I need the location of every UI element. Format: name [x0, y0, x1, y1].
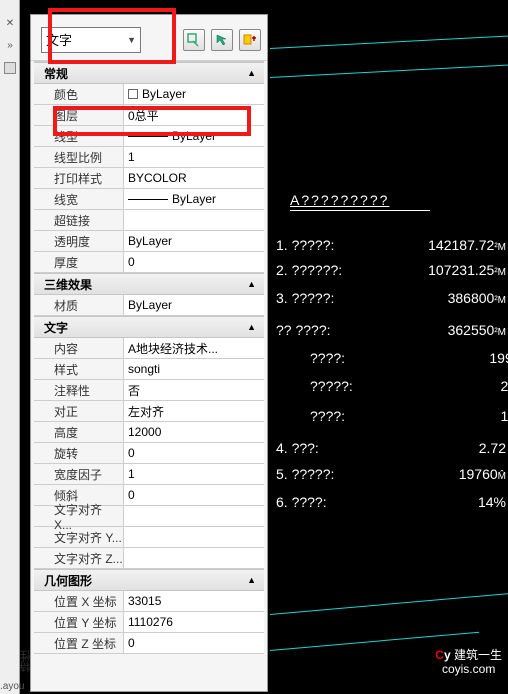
ltscale-value[interactable]: 1 [124, 147, 264, 167]
object-type-dropdown[interactable]: 文字 ▼ [41, 27, 141, 53]
canvas-text-row: 1. ?????:142187.72²M [276, 237, 506, 253]
canvas-text-row: 2. ??????:107231.25²M [276, 262, 506, 278]
canvas-text-row: ?? ????:362550²M [276, 322, 506, 338]
canvas-title: A????????? [290, 192, 430, 211]
canvas-text-row: ????:19950²M [310, 350, 508, 366]
thickness-value[interactable]: 0 [124, 252, 264, 272]
canvas-text-row: ?????:2800M̂ [310, 378, 508, 394]
drawing-line [270, 591, 508, 615]
aligny-label: 文字对齐 Y... [34, 527, 124, 547]
justify-value[interactable]: 左对齐 [124, 401, 264, 421]
style-value[interactable]: songti [124, 359, 264, 379]
group-text[interactable]: 文字▲ [34, 316, 264, 338]
quick-select-button[interactable] [183, 29, 205, 51]
layer-value[interactable]: 0总平 [124, 105, 264, 125]
hyperlink-value[interactable] [124, 210, 264, 230]
content-value[interactable]: A地块经济技术... [124, 338, 264, 358]
rotation-label: 旋转 [34, 443, 124, 463]
collapse-icon: ▲ [247, 68, 256, 78]
canvas-text-row: 6. ????:14% [276, 494, 506, 510]
material-label: 材质 [34, 295, 124, 315]
collapse-icon: ▲ [247, 322, 256, 332]
alignz-label: 文字对齐 Z... [34, 548, 124, 568]
widthfactor-label: 宽度因子 [34, 464, 124, 484]
posy-label: 位置 Y 坐标 [34, 612, 124, 632]
plotstyle-value[interactable]: BYCOLOR [124, 168, 264, 188]
statusbar-text: .ayou [0, 681, 24, 692]
annotative-value[interactable]: 否 [124, 380, 264, 400]
object-type-label: 文字 [46, 30, 72, 49]
collapse-icon: ▲ [247, 279, 256, 289]
oblique-value[interactable]: 0 [124, 485, 264, 505]
group-3d[interactable]: 三维效果▲ [34, 273, 264, 295]
rotation-value[interactable]: 0 [124, 443, 264, 463]
close-icon[interactable]: ✕ [4, 18, 16, 30]
aligny-value[interactable] [124, 527, 264, 547]
palette-header: 文字 ▼ [31, 15, 267, 61]
color-label: 颜色 [34, 84, 124, 104]
color-value[interactable]: ByLayer [124, 84, 264, 104]
lineweight-label: 线宽 [34, 189, 124, 209]
content-label: 内容 [34, 338, 124, 358]
height-value[interactable]: 12000 [124, 422, 264, 442]
canvas-text-row: 4. ???:2.72 [276, 440, 506, 456]
alignx-label: 文字对齐 X... [34, 506, 124, 526]
collapse-icon: ▲ [247, 575, 256, 585]
alignx-value[interactable] [124, 506, 264, 526]
transparency-value[interactable]: ByLayer [124, 231, 264, 251]
posz-value[interactable]: 0 [124, 633, 264, 653]
posx-value[interactable]: 33015 [124, 591, 264, 611]
thickness-label: 厚度 [34, 252, 124, 272]
drawing-line [270, 34, 508, 49]
palette-collapse-icon[interactable] [4, 62, 16, 74]
justify-label: 对正 [34, 401, 124, 421]
canvas-text-row: 3. ?????:386800²M [276, 290, 506, 306]
canvas-text-row: ????:1500M̂ [310, 408, 508, 424]
watermark: Cy 建筑一生 coyis.com [435, 648, 502, 676]
posy-value[interactable]: 1110276 [124, 612, 264, 632]
ltscale-label: 线型比例 [34, 147, 124, 167]
plotstyle-label: 打印样式 [34, 168, 124, 188]
linetype-label: 线型 [34, 126, 124, 146]
layer-label: 图层 [34, 105, 124, 125]
group-general[interactable]: 常规▲ [34, 62, 264, 84]
select-objects-button[interactable] [211, 29, 233, 51]
alignz-value[interactable] [124, 548, 264, 568]
style-label: 样式 [34, 359, 124, 379]
linetype-value[interactable]: ByLayer [124, 126, 264, 146]
posz-label: 位置 Z 坐标 [34, 633, 124, 653]
chevron-down-icon: ▼ [127, 35, 136, 45]
arrows-icon[interactable]: » [3, 40, 17, 54]
hyperlink-label: 超链接 [34, 210, 124, 230]
posx-label: 位置 X 坐标 [34, 591, 124, 611]
height-label: 高度 [34, 422, 124, 442]
annotative-label: 注释性 [34, 380, 124, 400]
material-value[interactable]: ByLayer [124, 295, 264, 315]
widthfactor-value[interactable]: 1 [124, 464, 264, 484]
drawing-canvas[interactable]: A????????? 1. ?????:142187.72²M 2. ??????… [270, 0, 508, 694]
properties-body: 常规▲ 颜色ByLayer 图层0总平 线型ByLayer 线型比例1 打印样式… [34, 61, 264, 688]
pickadd-toggle-button[interactable] [239, 29, 261, 51]
lineweight-value[interactable]: ByLayer [124, 189, 264, 209]
transparency-label: 透明度 [34, 231, 124, 251]
canvas-text-row: 5. ?????:19760M̂ [276, 466, 506, 482]
properties-palette: 文字 ▼ 常规▲ 颜色ByLayer 图层0总平 线型ByLayer 线型比例1… [30, 14, 268, 692]
drawing-line [270, 63, 508, 78]
group-geometry[interactable]: 几何图形▲ [34, 569, 264, 591]
